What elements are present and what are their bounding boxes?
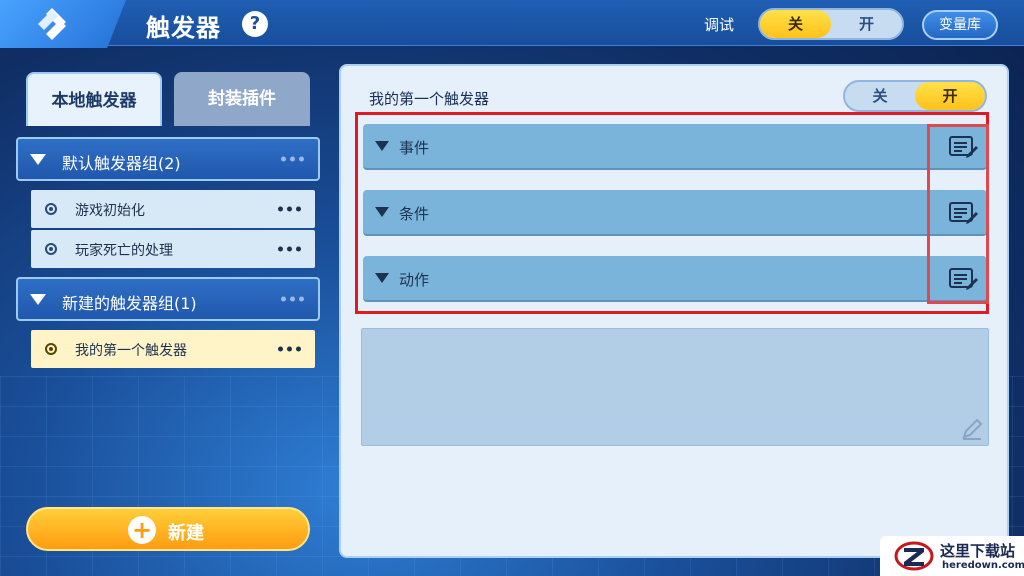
annotation-highlight-box (355, 112, 989, 314)
debug-toggle-off[interactable]: 关 (760, 10, 831, 38)
debug-toggle[interactable]: 关 开 (758, 8, 904, 40)
enable-toggle-off[interactable]: 关 (845, 82, 915, 110)
group-label: 新建的触发器组(1) (62, 294, 197, 313)
collapse-triangle-icon[interactable] (30, 154, 46, 165)
annotation-highlight-column (927, 124, 989, 304)
radio-bullet-icon (45, 343, 57, 355)
list-item-selected[interactable]: 我的第一个触发器 (31, 330, 315, 368)
watermark-url: heredown.com (942, 560, 1024, 571)
pencil-icon[interactable] (960, 417, 984, 441)
item-label: 游戏初始化 (75, 203, 145, 219)
back-arrow-icon (38, 8, 66, 40)
list-item[interactable]: 玩家死亡的处理 (31, 230, 315, 268)
group-label: 默认触发器组(2) (62, 154, 181, 173)
more-options-icon[interactable] (278, 206, 301, 212)
watermark-logo-icon (894, 541, 934, 571)
more-options-icon[interactable] (281, 156, 304, 162)
more-options-icon[interactable] (278, 346, 301, 352)
more-options-icon[interactable] (278, 246, 301, 252)
trigger-editor-panel: 我的第一个触发器 关 开 事件 条件 动作 (339, 64, 1009, 558)
more-options-icon[interactable] (281, 296, 304, 302)
watermark: 这里下载站 heredown.com (880, 536, 1024, 576)
collapse-triangle-icon[interactable] (30, 294, 46, 305)
tab-local-triggers[interactable]: 本地触发器 (26, 72, 162, 126)
item-label: 我的第一个触发器 (75, 343, 187, 359)
back-button[interactable] (0, 0, 126, 48)
new-trigger-button[interactable]: + 新建 (26, 507, 310, 551)
radio-bullet-icon (45, 243, 57, 255)
trigger-name: 我的第一个触发器 (369, 90, 490, 108)
tab-packaged-plugins[interactable]: 封装插件 (174, 72, 310, 126)
radio-bullet-icon (45, 203, 57, 215)
plus-icon: + (128, 516, 156, 544)
new-button-label: 新建 (168, 523, 204, 544)
item-label: 玩家死亡的处理 (75, 243, 173, 259)
list-item[interactable]: 游戏初始化 (31, 190, 315, 228)
enable-toggle[interactable]: 关 开 (843, 80, 987, 112)
page-title: 触发器 (146, 14, 221, 42)
help-icon[interactable]: ? (242, 11, 268, 37)
trigger-group-default[interactable]: 默认触发器组(2) (16, 137, 320, 181)
top-bar: 触发器 ? 调试 关 开 变量库 (0, 0, 1024, 48)
description-input[interactable] (361, 328, 989, 446)
enable-toggle-on[interactable]: 开 (915, 82, 985, 110)
watermark-text: 这里下载站 (940, 542, 1016, 560)
variable-library-button[interactable]: 变量库 (922, 10, 998, 40)
debug-label: 调试 (704, 16, 735, 34)
debug-toggle-on[interactable]: 开 (831, 10, 902, 38)
trigger-group-new[interactable]: 新建的触发器组(1) (16, 277, 320, 321)
